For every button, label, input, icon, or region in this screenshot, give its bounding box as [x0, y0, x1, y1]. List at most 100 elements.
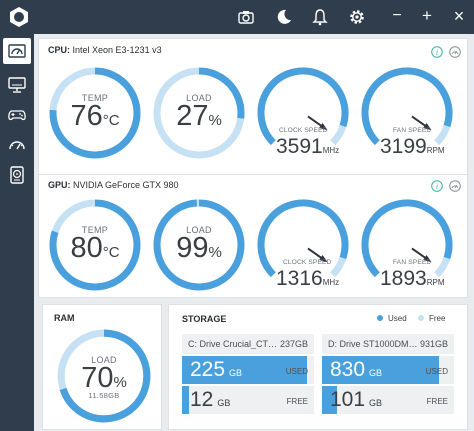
dashboard-icon	[8, 44, 26, 58]
used-bar: 225 GB USED	[182, 356, 314, 384]
free-swatch	[418, 315, 424, 321]
drive-name: C: Drive Crucial_CT240M500SSD1	[188, 339, 278, 349]
gpu-load-value: 99	[176, 232, 209, 264]
cpu-panel: CPU: Intel Xeon E3-1231 v3 i TEMP 76°C L…	[38, 38, 468, 182]
free-value: 101	[330, 388, 366, 411]
sidebar	[0, 34, 34, 431]
cpu-fan-value: 3199	[380, 135, 427, 158]
gpu-fan-value-wrap: 1893RPM	[380, 267, 445, 291]
cpu-load-value-wrap: 27%	[151, 100, 247, 133]
gpu-clock-value: 1316	[276, 267, 323, 290]
free-amount: 101 GB	[330, 388, 382, 412]
bell-icon[interactable]	[311, 8, 329, 26]
gpu-name: NVIDIA GeForce GTX 980	[73, 180, 179, 190]
gpu-title: GPU: NVIDIA GeForce GTX 980	[48, 180, 179, 190]
used-value: 830	[330, 358, 366, 381]
free-bar: 101 GB FREE	[322, 386, 454, 414]
sidebar-item-storage[interactable]	[3, 162, 31, 188]
cpu-temp-value-wrap: 76°C	[47, 100, 143, 133]
used-tag: USED	[425, 367, 448, 376]
gamepad-icon	[8, 110, 26, 121]
minimize-button[interactable]: −	[388, 8, 406, 26]
storage-title: STORAGE	[182, 314, 227, 324]
gauge-mode-icon[interactable]	[449, 180, 461, 192]
free-bar: 12 GB FREE	[182, 386, 314, 414]
cpu-temp-unit: °C	[102, 112, 120, 129]
free-amount: 12 GB	[190, 388, 230, 412]
gauge-mode-icon[interactable]	[449, 46, 461, 58]
storage-panel: STORAGE Used Free C: Drive Crucial_CT240…	[168, 304, 468, 430]
drive-total: 931GB	[419, 339, 448, 349]
app-logo-icon	[10, 7, 28, 27]
gpu-load-value-wrap: 99%	[151, 232, 247, 265]
used-value: 225	[190, 358, 226, 381]
legend-free: Free	[418, 314, 445, 323]
speedometer-icon	[9, 141, 25, 150]
gpu-panel: GPU: NVIDIA GeForce GTX 980 i TEMP 80°C …	[38, 174, 468, 298]
drive-total: 237GB	[279, 339, 308, 349]
free-bar-fill	[182, 386, 189, 414]
close-button[interactable]: ×	[450, 7, 468, 26]
cpu-clock-value-wrap: 3591MHz	[276, 135, 339, 159]
gear-icon[interactable]	[348, 8, 366, 26]
sidebar-item-performance[interactable]	[3, 132, 31, 158]
free-tag: FREE	[426, 397, 448, 406]
sidebar-item-monitor[interactable]	[3, 72, 31, 98]
cpu-clock-value: 3591	[276, 135, 323, 158]
free-unit: GB	[217, 398, 231, 408]
used-unit: GB	[229, 368, 243, 378]
drive-header: C: Drive Crucial_CT240M500SSD1 237GB	[182, 334, 314, 354]
drive-card-d[interactable]: D: Drive ST1000DM003-1ER162 931GB 830GB …	[322, 334, 454, 418]
gpu-label: GPU:	[48, 180, 71, 190]
cpu-load-unit: %	[208, 112, 222, 129]
drive-card-c[interactable]: C: Drive Crucial_CT240M500SSD1 237GB 225…	[182, 334, 314, 418]
cpu-load-value: 27	[176, 100, 209, 132]
gpu-fan-label: FAN SPEED	[393, 259, 432, 266]
cpu-fan-value-wrap: 3199RPM	[380, 135, 445, 159]
gpu-clock-value-wrap: 1316MHz	[276, 267, 339, 291]
free-tag: FREE	[286, 397, 308, 406]
used-unit: GB	[369, 368, 383, 378]
monitor-icon	[8, 77, 26, 93]
ram-load-value: 70	[81, 362, 114, 394]
gpu-temp-value: 80	[70, 232, 103, 264]
drive-header: D: Drive ST1000DM003-1ER162 931GB	[322, 334, 454, 354]
ram-panel: RAM LOAD 70% 11.58GB	[42, 304, 162, 430]
free-unit: GB	[369, 398, 383, 408]
sidebar-item-games[interactable]	[3, 102, 31, 128]
cpu-fan-unit: RPM	[426, 146, 445, 155]
gpu-fan-value: 1893	[380, 267, 427, 290]
cpu-fan-label: FAN SPEED	[393, 127, 432, 134]
free-value: 12	[190, 388, 214, 411]
info-icon[interactable]: i	[431, 180, 443, 192]
gpu-temp-unit: °C	[102, 244, 120, 261]
used-tag: USED	[285, 367, 308, 376]
cpu-label: CPU:	[48, 45, 70, 55]
legend-used-label: Used	[388, 314, 407, 323]
legend-used: Used	[377, 314, 407, 323]
ram-load-unit: %	[113, 374, 127, 391]
used-amount: 830 GB	[330, 358, 382, 382]
cpu-name: Intel Xeon E3-1231 v3	[72, 45, 162, 55]
legend-free-label: Free	[429, 314, 446, 323]
ram-title: RAM	[54, 313, 75, 323]
ram-used-value: 11.58GB	[88, 391, 120, 400]
svg-text:i: i	[436, 182, 438, 191]
gpu-clock-label: CLOCK SPEED	[283, 259, 332, 266]
camera-icon[interactable]	[237, 8, 255, 26]
used-bar: 830 GB USED	[322, 356, 454, 384]
gpu-load-unit: %	[208, 244, 222, 261]
cpu-title: CPU: Intel Xeon E3-1231 v3	[48, 45, 162, 55]
used-amount: 225 GB	[190, 358, 242, 382]
used-swatch	[377, 315, 383, 321]
cpu-clock-label: CLOCK SPEED	[279, 127, 328, 134]
app-window: − + × CPU: Intel Xeon E3-1231 v3 i TEMP …	[0, 0, 474, 431]
moon-icon[interactable]	[275, 8, 293, 26]
drive-name: D: Drive ST1000DM003-1ER162	[328, 339, 418, 349]
gpu-fan-unit: RPM	[426, 278, 445, 287]
svg-text:i: i	[436, 48, 438, 57]
maximize-button[interactable]: +	[418, 7, 436, 26]
info-icon[interactable]: i	[431, 46, 443, 58]
sidebar-item-dashboard[interactable]	[3, 38, 31, 64]
gpu-clock-unit: MHz	[322, 278, 340, 287]
